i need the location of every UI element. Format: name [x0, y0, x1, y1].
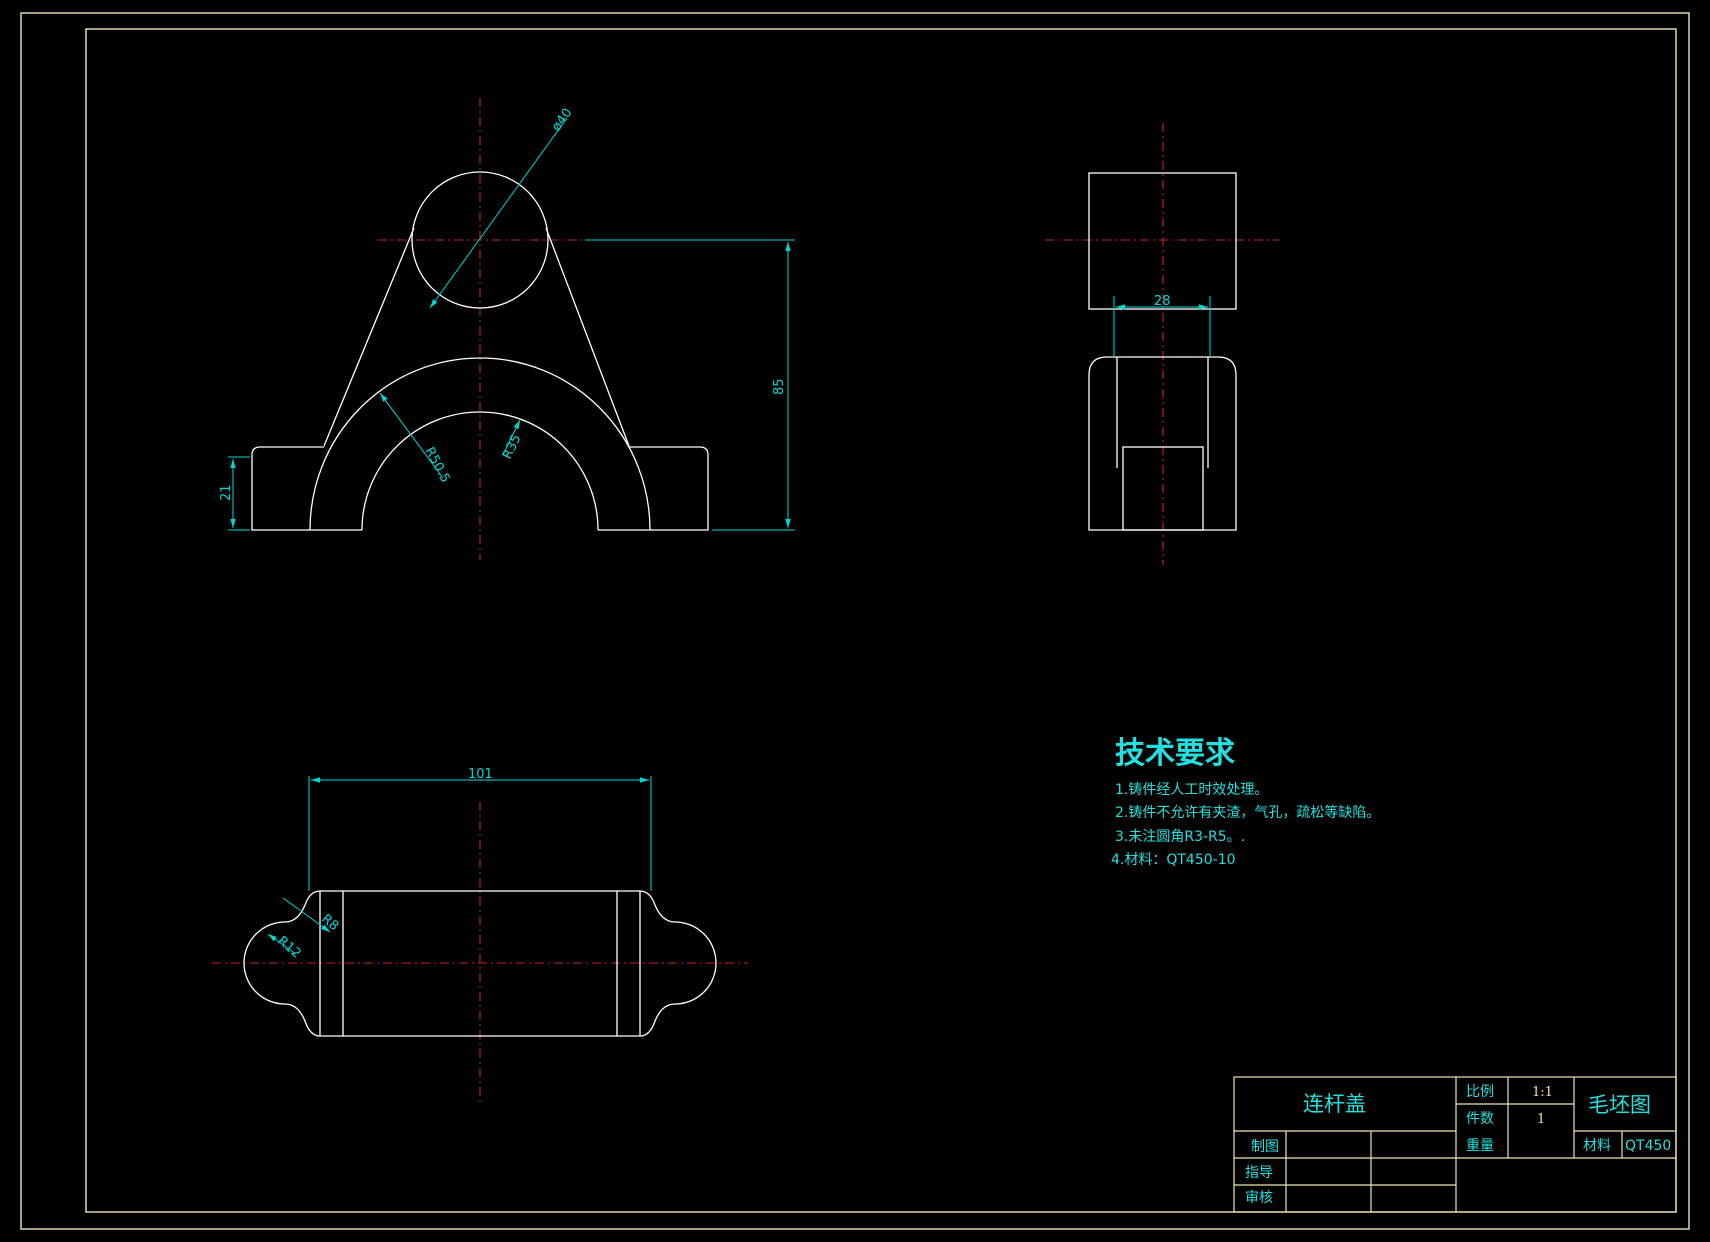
r8-leader [282, 897, 331, 933]
left-flange [251, 446, 324, 531]
quantity-value: 1 [1537, 1112, 1545, 1127]
outer-radius-text: R50.5 [421, 445, 452, 486]
diameter-dim-line [429, 117, 568, 309]
inner-frame [85, 28, 1677, 1213]
technical-requirements: 技术要求 1.铸件经人工时效处理。 2.铸件不允许有夹渣，气孔，疏松等缺陷。 3… [1111, 736, 1380, 868]
bottom-view: 101 R12 R8 [212, 767, 748, 1102]
scale-label: 比例 [1466, 1084, 1494, 1100]
quantity-label: 件数 [1466, 1111, 1494, 1127]
material-label: 材料 [1583, 1138, 1611, 1154]
front-view: ø40 85 21 R50.5 R35 [219, 98, 795, 560]
inner-radius-text: R35 [500, 432, 524, 462]
part-name: 连杆盖 [1303, 1092, 1366, 1116]
tech-req-item-3: 3.未注圆角R3-R5。. [1115, 829, 1245, 845]
length-dim-text: 101 [468, 767, 493, 782]
right-web-line [545, 227, 630, 447]
r8-text: R8 [318, 912, 341, 935]
weight-label: 重量 [1466, 1138, 1494, 1154]
tech-req-item-4: 4.材料：QT450-10 [1111, 852, 1236, 868]
right-flange [629, 446, 709, 531]
material-value: QT450 [1625, 1138, 1671, 1154]
tech-req-title: 技术要求 [1115, 736, 1235, 771]
reviewed-by-label: 审核 [1245, 1190, 1273, 1206]
drawn-by-label: 制图 [1251, 1139, 1279, 1155]
tech-req-item-1: 1.铸件经人工时效处理。 [1115, 782, 1268, 798]
side-view: 28 [1045, 123, 1280, 565]
height-dim-text: 85 [772, 378, 787, 395]
outer-frame [20, 12, 1690, 1230]
guided-by-label: 指导 [1245, 1165, 1273, 1181]
left-web-line [323, 227, 415, 447]
side-width-dim-text: 28 [1154, 294, 1171, 309]
drawing-type: 毛坯图 [1588, 1093, 1651, 1117]
title-block: 连杆盖 比例 1:1 件数 1 重量 毛坯图 材料 QT450 制图 指导 审核 [1233, 1076, 1677, 1213]
diameter-dim-text: ø40 [549, 106, 576, 135]
cad-drawing: ø40 85 21 R50.5 R35 28 101 R12 R8 技术要求 1… [20, 12, 1690, 1230]
scale-value: 1:1 [1532, 1085, 1553, 1100]
flange-dim-text: 21 [219, 484, 234, 501]
tech-req-item-2: 2.铸件不允许有夹渣，气孔，疏松等缺陷。 [1115, 804, 1380, 821]
r12-text: R12 [274, 934, 303, 962]
